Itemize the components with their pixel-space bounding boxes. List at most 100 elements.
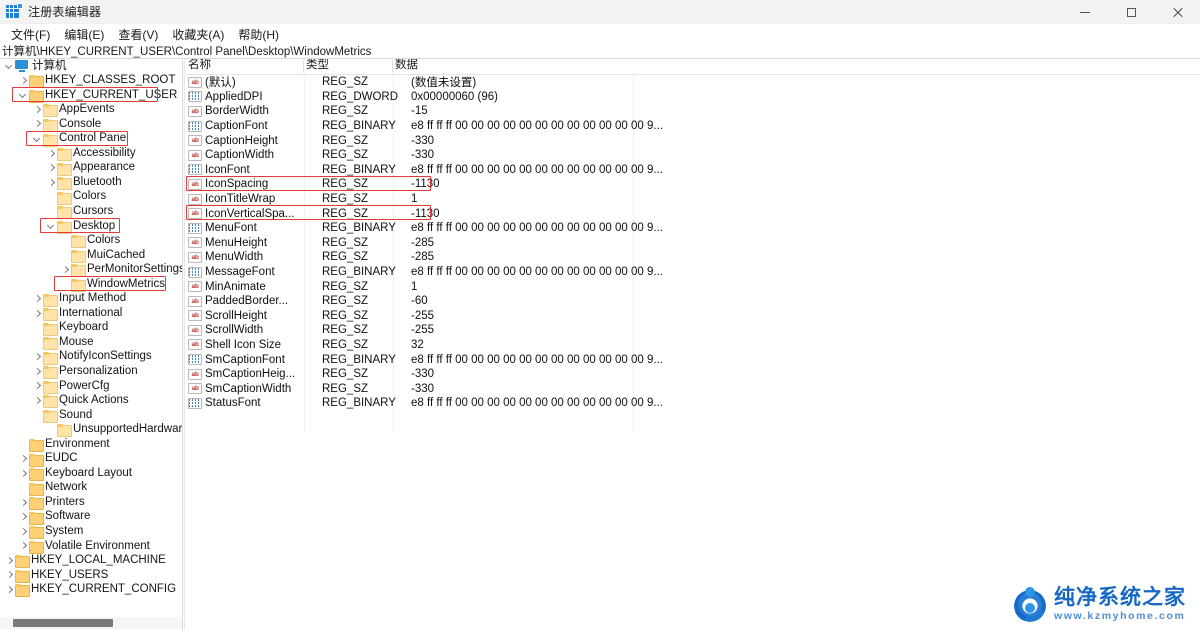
chevron-right-icon[interactable] — [32, 103, 43, 117]
tree-node[interactable]: Console — [0, 117, 182, 132]
menu-help[interactable]: 帮助(H) — [231, 24, 286, 45]
tree-node[interactable]: UnsupportedHardware — [0, 423, 182, 438]
tree-scrollbar-thumb[interactable] — [13, 619, 113, 627]
chevron-right-icon[interactable] — [18, 496, 29, 510]
tree-node[interactable]: HKEY_USERS — [0, 568, 182, 583]
tree-node[interactable]: Bluetooth — [0, 175, 182, 191]
registry-value-row[interactable]: ab ScrollWidth REG_SZ -255 — [186, 323, 1200, 338]
registry-value-row[interactable]: ab MenuWidth REG_SZ -285 — [186, 250, 1200, 265]
registry-values-pane[interactable]: 名称 类型 数据 ab (默认) REG_SZ (数值未设置) AppliedDPI REG_… — [186, 59, 1200, 630]
tree-node[interactable]: NotifyIconSettings — [0, 350, 182, 365]
registry-value-row[interactable]: SmCaptionFont REG_BINARY e8 ff ff ff 00 00… — [186, 352, 1200, 367]
tree-node[interactable]: HKEY_CLASSES_ROOT — [0, 74, 182, 89]
tree-node[interactable]: Mouse — [0, 335, 182, 351]
registry-value-row[interactable]: ab CaptionWidth REG_SZ -330 — [186, 148, 1200, 163]
registry-value-row[interactable]: ab Shell Icon Size REG_SZ 32 — [186, 338, 1200, 353]
address-bar[interactable]: 计算机\HKEY_CURRENT_USER\Control Panel\Desk… — [0, 44, 1200, 58]
registry-value-row[interactable]: ab ScrollHeight REG_SZ -255 — [186, 309, 1200, 324]
registry-value-row[interactable]: ab PaddedBorder... REG_SZ -60 — [186, 294, 1200, 309]
tree-node[interactable]: Environment — [0, 437, 182, 452]
tree-node[interactable]: EUDC — [0, 452, 182, 467]
tree-node[interactable]: WindowMetrics — [0, 277, 182, 292]
chevron-right-icon[interactable] — [18, 539, 29, 553]
registry-value-row[interactable]: ab MenuHeight REG_SZ -285 — [186, 236, 1200, 251]
chevron-right-icon[interactable] — [18, 467, 29, 481]
close-button[interactable] — [1154, 0, 1200, 24]
registry-value-row[interactable]: IconFont REG_BINARY e8 ff ff ff 00 00 00 0… — [186, 163, 1200, 178]
registry-value-row[interactable]: CaptionFont REG_BINARY e8 ff ff ff 00 00 0… — [186, 119, 1200, 134]
tree-node[interactable]: Keyboard Layout — [0, 466, 182, 482]
menu-favorites[interactable]: 收藏夹(A) — [165, 24, 231, 45]
chevron-right-icon[interactable] — [32, 117, 43, 131]
registry-value-row[interactable]: ab BorderWidth REG_SZ -15 — [186, 104, 1200, 119]
chevron-right-icon[interactable] — [4, 568, 15, 582]
tree-node[interactable]: Accessibility — [0, 146, 182, 162]
registry-value-row[interactable]: StatusFont REG_BINARY e8 ff ff ff 00 00 00… — [186, 396, 1200, 411]
chevron-right-icon[interactable] — [4, 583, 15, 597]
maximize-button[interactable] — [1108, 0, 1154, 24]
tree-node[interactable]: Keyboard — [0, 321, 182, 336]
tree-node[interactable]: HKEY_CURRENT_USER — [0, 88, 182, 103]
tree-node[interactable]: HKEY_CURRENT_CONFIG — [0, 583, 182, 598]
tree-node[interactable]: Sound — [0, 408, 182, 423]
tree-node[interactable]: System — [0, 525, 182, 540]
tree-node[interactable]: Control Panel — [0, 132, 182, 147]
tree-node[interactable]: Printers — [0, 495, 182, 511]
chevron-right-icon[interactable] — [32, 350, 43, 364]
tree-node[interactable]: PerMonitorSettings — [0, 263, 182, 278]
tree-node[interactable]: AppEvents — [0, 103, 182, 118]
tree-node[interactable]: 计算机 — [0, 59, 182, 74]
tree-node[interactable]: Desktop — [0, 219, 182, 234]
tree-node[interactable]: Appearance — [0, 161, 182, 176]
chevron-down-icon[interactable] — [32, 132, 43, 146]
tree-node[interactable]: HKEY_LOCAL_MACHINE — [0, 554, 182, 569]
chevron-right-icon[interactable] — [18, 525, 29, 539]
menu-view[interactable]: 查看(V) — [111, 24, 165, 45]
tree-horizontal-scrollbar[interactable] — [0, 617, 182, 629]
registry-tree[interactable]: 计算机 HKEY_CLASSES_ROOT HKEY_CURRENT_USER App… — [0, 59, 182, 612]
chevron-right-icon[interactable] — [18, 74, 29, 88]
chevron-right-icon[interactable] — [18, 452, 29, 466]
chevron-right-icon[interactable] — [4, 554, 15, 568]
tree-node[interactable]: Colors — [0, 190, 182, 205]
registry-value-row[interactable]: ab IconVerticalSpa... REG_SZ -1130 — [186, 206, 1200, 221]
chevron-down-icon[interactable] — [4, 59, 15, 73]
pane-splitter[interactable] — [182, 59, 185, 630]
chevron-right-icon[interactable] — [32, 394, 43, 408]
tree-node[interactable]: Network — [0, 481, 182, 496]
chevron-right-icon[interactable] — [32, 292, 43, 306]
tree-node[interactable]: Quick Actions — [0, 394, 182, 409]
chevron-right-icon[interactable] — [32, 379, 43, 393]
chevron-right-icon[interactable] — [46, 147, 57, 161]
minimize-button[interactable] — [1062, 0, 1108, 24]
tree-node[interactable]: Colors — [0, 234, 182, 249]
registry-value-row[interactable]: MenuFont REG_BINARY e8 ff ff ff 00 00 00 0… — [186, 221, 1200, 236]
tree-node[interactable]: Cursors — [0, 204, 182, 220]
chevron-right-icon[interactable] — [60, 263, 71, 277]
registry-value-row[interactable]: AppliedDPI REG_DWORD 0x00000060 (96) — [186, 90, 1200, 105]
registry-value-row[interactable]: ab IconSpacing REG_SZ -1130 — [186, 177, 1200, 192]
tree-node[interactable]: Personalization — [0, 364, 182, 380]
registry-value-row[interactable]: ab SmCaptionWidth REG_SZ -330 — [186, 381, 1200, 396]
tree-node[interactable]: Software — [0, 510, 182, 525]
chevron-right-icon[interactable] — [46, 176, 57, 190]
column-header-data[interactable]: 数据 — [393, 59, 633, 75]
menu-file[interactable]: 文件(F) — [4, 24, 57, 45]
registry-value-row[interactable]: ab IconTitleWrap REG_SZ 1 — [186, 192, 1200, 207]
chevron-right-icon[interactable] — [18, 510, 29, 524]
tree-node[interactable]: International — [0, 306, 182, 322]
registry-value-row[interactable]: ab SmCaptionHeig... REG_SZ -330 — [186, 367, 1200, 382]
chevron-right-icon[interactable] — [32, 365, 43, 379]
registry-value-row[interactable]: ab (默认) REG_SZ (数值未设置) — [186, 75, 1200, 90]
tree-node[interactable]: Volatile Environment — [0, 539, 182, 554]
column-header-type[interactable]: 类型 — [304, 59, 393, 75]
registry-value-row[interactable]: ab CaptionHeight REG_SZ -330 — [186, 133, 1200, 148]
registry-value-row[interactable]: MessageFont REG_BINARY e8 ff ff ff 00 00 0… — [186, 265, 1200, 280]
chevron-right-icon[interactable] — [46, 161, 57, 175]
menu-edit[interactable]: 编辑(E) — [57, 24, 111, 45]
chevron-down-icon[interactable] — [18, 88, 29, 102]
chevron-right-icon[interactable] — [32, 307, 43, 321]
registry-tree-pane[interactable]: 计算机 HKEY_CLASSES_ROOT HKEY_CURRENT_USER App… — [0, 59, 182, 630]
tree-node[interactable]: Input Method — [0, 292, 182, 307]
chevron-down-icon[interactable] — [46, 219, 57, 233]
